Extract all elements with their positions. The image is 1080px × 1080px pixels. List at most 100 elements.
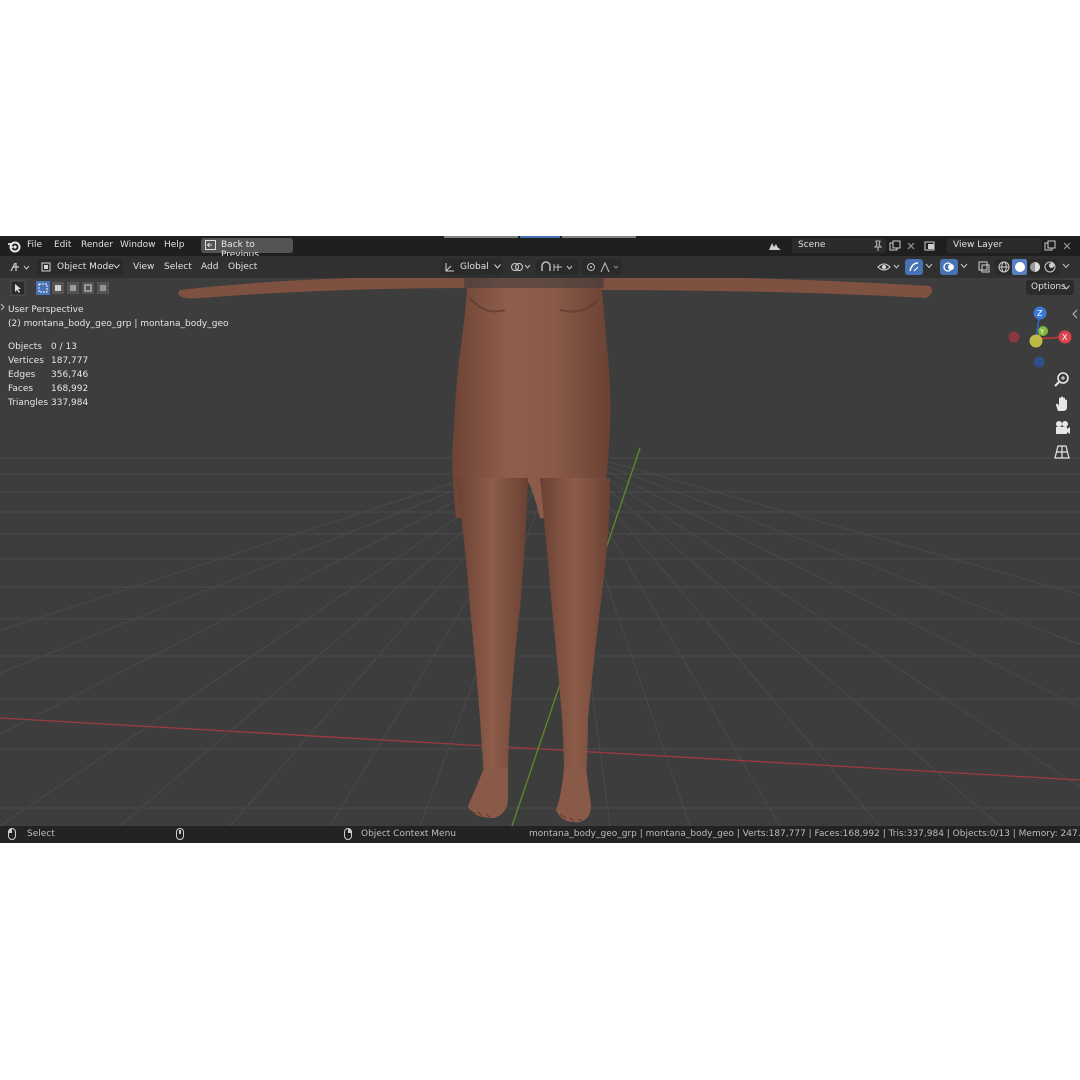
shading-mode-group <box>995 259 1059 275</box>
pivot-icon[interactable] <box>510 260 534 274</box>
workspace-tab-strip[interactable] <box>444 236 518 238</box>
gizmo-icon <box>909 262 919 272</box>
object-mode-icon <box>41 262 51 272</box>
options-label: Options <box>1031 282 1066 292</box>
gizmo-x-label: X <box>1062 333 1068 342</box>
gizmo-y-label: Y <box>1039 328 1045 336</box>
left-foot <box>468 768 508 818</box>
chevron-left-icon[interactable] <box>1070 308 1080 320</box>
blender-logo-icon[interactable] <box>7 239 21 253</box>
perspective-label: User Perspective <box>8 305 84 315</box>
status-bar: Select Object Context Menu montana_body_… <box>0 826 1080 843</box>
status-context-menu: Object Context Menu <box>361 829 457 839</box>
back-to-previous-button[interactable]: Back to Previous <box>201 238 293 260</box>
view-layer-icon[interactable] <box>924 239 938 253</box>
zoom-icon[interactable] <box>1052 370 1072 390</box>
grid-icon[interactable] <box>1052 442 1072 462</box>
xray-icon[interactable] <box>977 260 991 274</box>
navigation-gizmo[interactable]: Z X Y <box>1000 300 1080 370</box>
overlay-toggle[interactable] <box>940 259 958 275</box>
right-leg <box>540 478 610 778</box>
options-dropdown[interactable]: Options <box>1026 280 1074 295</box>
camera-icon[interactable] <box>1052 418 1072 438</box>
object-mode-label: Object Mode <box>57 262 114 272</box>
proportional-editing-toggle[interactable] <box>582 259 622 275</box>
gizmo-toggle[interactable] <box>905 259 923 275</box>
wireframe-shading-icon[interactable] <box>998 261 1010 273</box>
3d-viewport[interactable]: User Perspective (2) montana_body_geo_gr… <box>0 278 1080 826</box>
stats-value: 356,746 <box>51 370 89 380</box>
stats-value: 168,992 <box>51 384 89 394</box>
solid-shading-button[interactable] <box>1012 259 1027 275</box>
close-icon[interactable] <box>1060 239 1074 253</box>
mouse-middle-icon <box>176 828 184 840</box>
stats-faces: Faces 168,992 <box>8 384 128 394</box>
header-menu-add[interactable]: Add <box>201 262 218 272</box>
chevron-down-icon <box>1063 285 1070 290</box>
select-tool-icon[interactable] <box>10 280 26 296</box>
top-menu-bar: File Edit Render Window Help Back to Pre… <box>0 236 1080 260</box>
scene-name: Scene <box>798 240 826 250</box>
stats-edges: Edges 356,746 <box>8 370 128 380</box>
rendered-shading-icon[interactable] <box>1044 261 1056 273</box>
editor-type-button[interactable] <box>6 259 34 275</box>
visibility-icon[interactable] <box>877 260 903 274</box>
view-layer-name: View Layer <box>953 240 1003 250</box>
viewport-scene <box>0 278 1080 826</box>
menu-render[interactable]: Render <box>81 240 113 250</box>
solid-shading-icon <box>1015 262 1025 272</box>
stats-vertices: Vertices 187,777 <box>8 356 128 366</box>
header-overlay-band <box>464 278 604 288</box>
header-menu-object[interactable]: Object <box>228 262 257 272</box>
view-layer-selector[interactable]: View Layer <box>947 238 1042 253</box>
material-shading-icon[interactable] <box>1029 261 1041 273</box>
stats-label: Edges <box>8 370 36 380</box>
object-mode-dropdown[interactable]: Object Mode <box>37 259 123 275</box>
workspace-tab-strip-active[interactable] <box>520 236 560 238</box>
header-menu-select[interactable]: Select <box>164 262 192 272</box>
status-select: Select <box>27 829 55 839</box>
chevron-down-icon <box>113 264 120 269</box>
workspace-tab-strip[interactable] <box>562 236 636 238</box>
mouse-left-icon <box>8 828 16 840</box>
chevron-down-icon <box>494 264 501 269</box>
chevron-down-icon[interactable] <box>1061 262 1071 270</box>
snap-icon <box>541 261 573 271</box>
overlay-icon <box>943 262 954 272</box>
proportional-icon <box>587 261 619 273</box>
stats-objects: Objects 0 / 13 <box>8 342 128 352</box>
right-foot <box>556 768 591 823</box>
stats-value: 337,984 <box>51 398 89 408</box>
menu-edit[interactable]: Edit <box>54 240 71 250</box>
menu-window[interactable]: Window <box>120 240 156 250</box>
copy-icon[interactable] <box>888 239 902 253</box>
left-arm <box>178 278 470 299</box>
stats-label: Faces <box>8 384 34 394</box>
stats-label: Triangles <box>8 398 49 408</box>
mouse-right-icon <box>344 828 352 840</box>
back-icon <box>205 240 216 250</box>
chevron-down-icon[interactable] <box>959 262 969 270</box>
active-object-path: (2) montana_body_geo_grp | montana_body_… <box>8 319 229 329</box>
blender-window: File Edit Render Window Help Back to Pre… <box>0 236 1080 843</box>
hand-icon[interactable] <box>1052 394 1072 414</box>
viewport-header: Object Mode View Select Add Object Globa… <box>0 256 1080 278</box>
select-box-icon[interactable] <box>35 280 111 296</box>
close-icon[interactable] <box>904 239 918 253</box>
pin-icon[interactable] <box>871 239 885 253</box>
chevron-down-icon[interactable] <box>924 262 934 270</box>
scene-icon[interactable] <box>767 239 781 253</box>
chevron-right-icon[interactable] <box>0 302 6 312</box>
snap-toggle[interactable] <box>536 259 578 275</box>
stats-value: 0 / 13 <box>51 342 77 352</box>
copy-icon[interactable] <box>1043 239 1057 253</box>
menu-help[interactable]: Help <box>164 240 185 250</box>
transform-orientation-icon <box>445 263 454 272</box>
orientation-label: Global <box>460 262 489 272</box>
status-scene-info: montana_body_geo_grp | montana_body_geo … <box>529 829 1080 839</box>
header-menu-view[interactable]: View <box>133 262 154 272</box>
editor-type-icon <box>10 262 30 272</box>
transform-orientation-dropdown[interactable]: Global <box>441 259 503 275</box>
left-leg <box>456 478 528 778</box>
menu-file[interactable]: File <box>27 240 42 250</box>
